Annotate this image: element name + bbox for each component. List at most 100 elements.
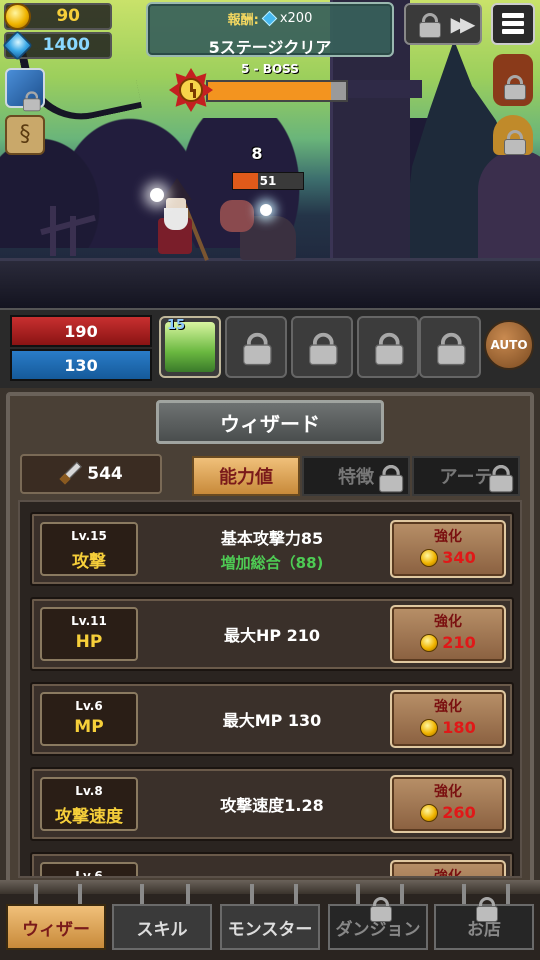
boss-monster[interactable] (212, 196, 302, 266)
coin-icon (4, 3, 31, 30)
nav-shop[interactable]: お店 (434, 897, 534, 950)
stat-level-box: Lv.11 HP (40, 607, 138, 661)
hit-spark (260, 204, 272, 216)
upgrade-cost: 260 (442, 803, 476, 822)
gem-counter: 1400 (2, 30, 112, 61)
coin-icon (420, 718, 439, 737)
stat-description: 基本攻撃力85 増加総合（88) (142, 514, 402, 584)
stat-level: Lv.11 (71, 614, 107, 628)
tab-artifacts[interactable]: アーテ (412, 456, 520, 496)
auto-button[interactable]: AUTO (484, 320, 534, 370)
tab-traits[interactable]: 特徴 (302, 456, 410, 496)
gold-counter: 90 (4, 3, 112, 30)
quest-panel[interactable]: 報酬: x200 5ステージクリア (146, 2, 394, 57)
gold-amount: 90 (56, 6, 80, 26)
upgrade-label: 強化 (434, 614, 462, 630)
player-mp-bar: 130 (10, 349, 152, 381)
wizard-character (150, 178, 209, 264)
stat-level-box: Lv.8 攻撃速度 (40, 777, 138, 831)
skill-slot-2[interactable] (225, 316, 287, 378)
nav-dungeon[interactable]: ダンジョン (328, 897, 428, 950)
gem-icon (261, 10, 278, 27)
player-mp-value: 130 (64, 355, 98, 375)
stat-row-partial: Lv.6 強化 (30, 852, 514, 878)
stat-level: Lv.6 (75, 699, 103, 713)
upgrade-button[interactable]: 強化 (390, 860, 506, 878)
nav-wizard[interactable]: ウィザー (6, 904, 106, 950)
stat-row-attack: Lv.15 攻撃 基本攻撃力85 増加総合（88) 強化 340 (30, 512, 514, 586)
stage-label: 5 - BOSS (241, 62, 299, 76)
upgrade-label: 強化 (434, 869, 462, 878)
coin-icon (420, 548, 439, 567)
stat-level: Lv.15 (71, 529, 107, 543)
skill-slot-5[interactable] (419, 316, 481, 378)
stats-list[interactable]: Lv.15 攻撃 基本攻撃力85 増加総合（88) 強化 340 Lv.11 H… (18, 500, 522, 878)
upgrade-label: 強化 (434, 699, 462, 715)
enemy-hp-bar: 51 (232, 172, 304, 190)
nav-monster-label: モンスター (227, 919, 313, 940)
stat-desc-text: 最大HP 210 (223, 626, 321, 645)
boss-timer-bar (206, 80, 348, 102)
nav-monster[interactable]: モンスター (220, 904, 320, 950)
stat-desc-text: 最大MP 130 (222, 711, 322, 730)
tab-traits-label: 特徴 (338, 467, 374, 488)
stat-bonus: 増加総合（88) (220, 554, 324, 572)
lock-icon (306, 331, 338, 366)
attack-power: 544 (20, 454, 162, 494)
boss-timer-fill (208, 82, 331, 100)
player-hp-value: 190 (64, 321, 98, 341)
stat-name: HP (75, 632, 103, 652)
pot-button[interactable] (493, 54, 533, 106)
fast-forward-button[interactable]: ▶▶ (404, 3, 482, 45)
upgrade-button[interactable]: 強化 260 (390, 775, 506, 833)
stat-row-hp: Lv.11 HP 最大HP 210 強化 210 (30, 597, 514, 671)
stat-row-mp: Lv.6 MP 最大MP 130 強化 180 (30, 682, 514, 756)
upgrade-button[interactable]: 強化 340 (390, 520, 506, 578)
reward-label: 報酬: (227, 13, 259, 28)
sword-icon (59, 463, 81, 485)
skill-level: 15 (167, 318, 186, 333)
lock-icon (502, 129, 526, 155)
coin-icon (420, 633, 439, 652)
magic-orb (150, 188, 164, 202)
attack-power-value: 544 (87, 464, 123, 484)
menu-button[interactable] (491, 3, 535, 45)
map-scroll-button[interactable]: § (5, 115, 45, 155)
skill-slot-4[interactable] (357, 316, 419, 378)
stat-row-attack-speed: Lv.8 攻撃速度 攻撃速度1.28 強化 260 (30, 767, 514, 841)
stat-name: MP (74, 717, 104, 737)
reward-amount: x200 (279, 11, 313, 26)
lock-icon (417, 12, 441, 38)
upgrade-cost: 340 (442, 548, 476, 567)
book-icon (21, 90, 41, 112)
stat-description: 最大MP 130 (142, 684, 402, 754)
stat-name: 攻撃速度 (55, 807, 123, 827)
upgrade-cost: 180 (442, 718, 476, 737)
book-button[interactable] (5, 68, 45, 112)
tab-stats[interactable]: 能力値 (192, 456, 300, 496)
lock-icon (487, 464, 514, 493)
fast-forward-icon: ▶▶ (450, 12, 476, 36)
tab-artifacts-label: アーテ (439, 467, 493, 488)
stat-level: Lv.6 (75, 869, 103, 878)
stat-level-box: Lv.15 攻撃 (40, 522, 138, 576)
lock-icon (372, 331, 404, 366)
upgrade-button[interactable]: 強化 210 (390, 605, 506, 663)
nav-wizard-label: ウィザー (22, 919, 90, 940)
skill-slot-3[interactable] (291, 316, 353, 378)
trophy-button[interactable] (493, 115, 533, 155)
nav-skill[interactable]: スキル (112, 904, 212, 950)
tab-stats-label: 能力値 (219, 467, 273, 488)
ruined-fence (40, 196, 100, 258)
stat-desc-text: 基本攻撃力85 (220, 529, 324, 548)
stat-level: Lv.8 (75, 784, 103, 798)
nav-skill-label: スキル (136, 919, 188, 940)
skill-slot-1[interactable]: 15 (159, 316, 221, 378)
upgrade-cost: 210 (442, 633, 476, 652)
stat-name: 攻撃 (72, 552, 106, 572)
menu-icon (502, 13, 524, 18)
upgrade-button[interactable]: 強化 180 (390, 690, 506, 748)
quest-title: 5ステージクリア (208, 38, 332, 57)
gem-icon (2, 30, 33, 61)
enemy-level: 8 (251, 144, 263, 163)
